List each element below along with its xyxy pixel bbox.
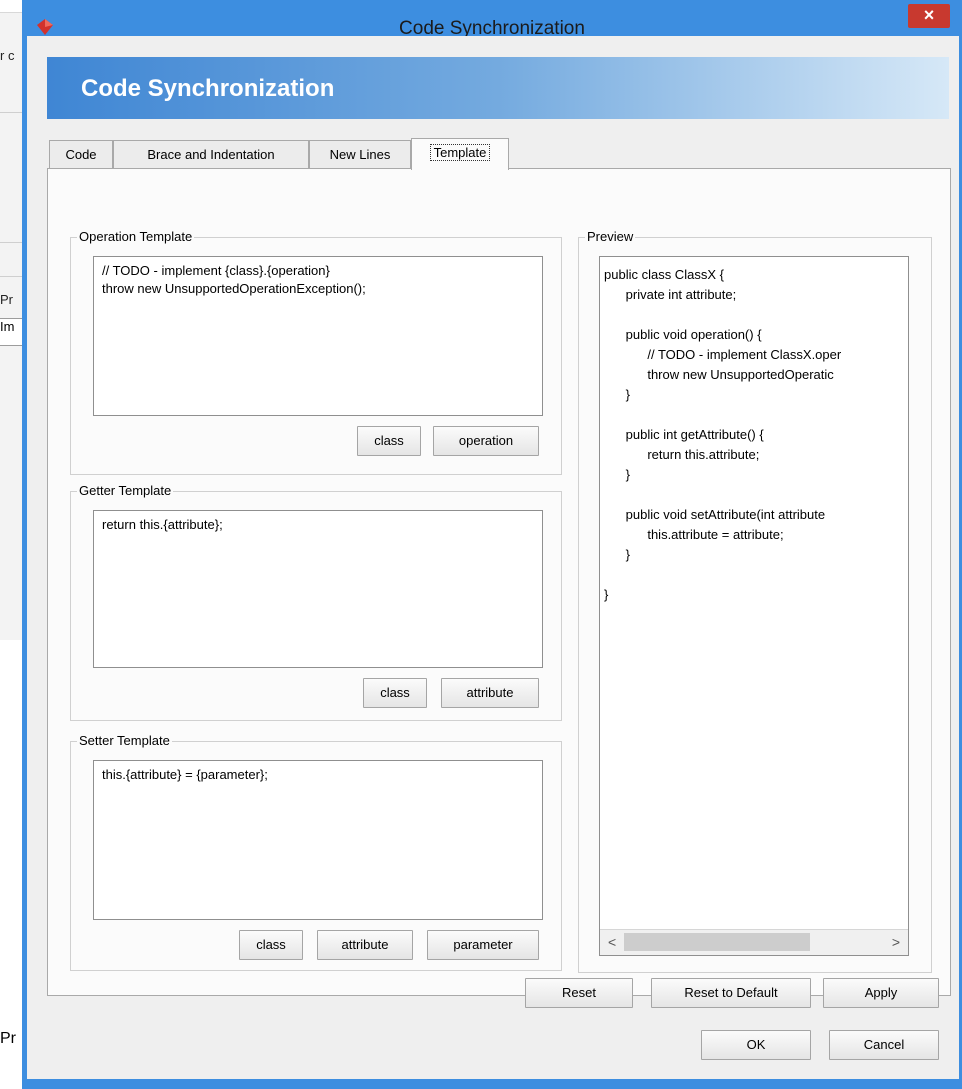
getter-insert-attribute-button[interactable]: attribute: [441, 678, 539, 708]
getter-insert-class-button[interactable]: class: [363, 678, 427, 708]
getter-template-group: Getter Template return this.{attribute};…: [70, 483, 562, 721]
dialog-client-area: Code Synchronization Code Brace and Inde…: [27, 36, 959, 1079]
tab-template[interactable]: Template: [411, 138, 509, 170]
getter-template-input[interactable]: return this.{attribute};: [93, 510, 543, 668]
operation-template-input[interactable]: // TODO - implement {class}.{operation} …: [93, 256, 543, 416]
banner-title: Code Synchronization: [81, 75, 335, 102]
background-divider: [0, 276, 24, 277]
tab-brace-and-indentation[interactable]: Brace and Indentation: [113, 140, 309, 168]
background-text-fragment: Pr: [0, 1030, 16, 1047]
setter-insert-attribute-button[interactable]: attribute: [317, 930, 413, 960]
background-divider: [0, 112, 24, 113]
preview-group: Preview public class ClassX { private in…: [578, 229, 932, 973]
close-button[interactable]: ×: [908, 4, 950, 28]
background-text-fragment: r c: [0, 48, 15, 63]
reset-to-default-button[interactable]: Reset to Default: [651, 978, 811, 1008]
setter-insert-parameter-button[interactable]: parameter: [427, 930, 539, 960]
preview-horizontal-scrollbar[interactable]: < >: [600, 929, 908, 955]
reset-button[interactable]: Reset: [525, 978, 633, 1008]
tab-code[interactable]: Code: [49, 140, 113, 168]
banner: Code Synchronization: [47, 57, 949, 119]
setter-insert-class-button[interactable]: class: [239, 930, 303, 960]
cancel-button[interactable]: Cancel: [829, 1030, 939, 1060]
getter-template-label: Getter Template: [77, 483, 174, 498]
operation-template-group: Operation Template // TODO - implement {…: [70, 229, 562, 475]
ok-button[interactable]: OK: [701, 1030, 811, 1060]
setter-template-input[interactable]: this.{attribute} = {parameter};: [93, 760, 543, 920]
scroll-right-icon[interactable]: >: [892, 934, 900, 950]
setter-template-label: Setter Template: [77, 733, 172, 748]
tab-new-lines[interactable]: New Lines: [309, 140, 411, 168]
background-text-fragment: Pr: [0, 292, 13, 307]
scroll-left-icon[interactable]: <: [608, 934, 616, 950]
operation-template-label: Operation Template: [77, 229, 195, 244]
apply-button[interactable]: Apply: [823, 978, 939, 1008]
setter-template-group: Setter Template this.{attribute} = {para…: [70, 733, 562, 971]
preview-pane[interactable]: public class ClassX { private int attrib…: [599, 256, 909, 956]
preview-code: public class ClassX { private int attrib…: [604, 267, 842, 602]
operation-insert-operation-button[interactable]: operation: [433, 426, 539, 456]
scrollbar-thumb[interactable]: [624, 933, 810, 951]
template-tab-panel: Operation Template // TODO - implement {…: [47, 168, 951, 996]
code-synchronization-dialog: Code Synchronization × Code Synchronizat…: [22, 0, 962, 1089]
operation-insert-class-button[interactable]: class: [357, 426, 421, 456]
background-divider: [0, 242, 24, 243]
preview-label: Preview: [585, 229, 636, 244]
